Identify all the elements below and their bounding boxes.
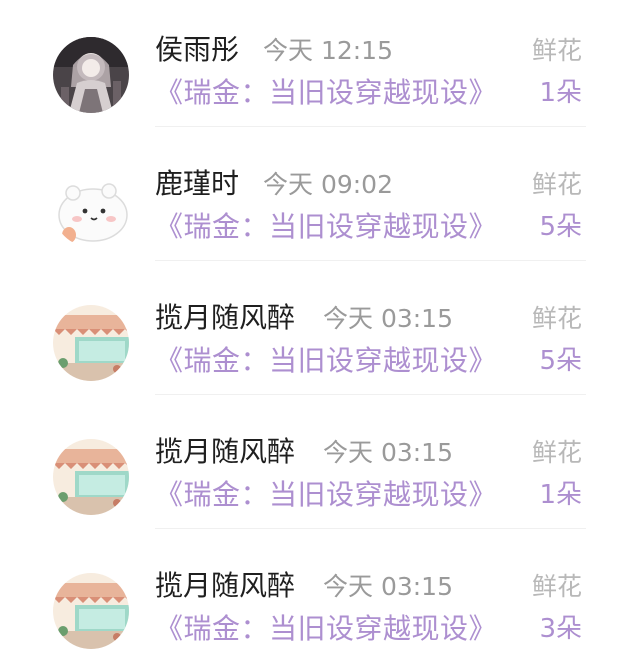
gift-count: 5朵 — [539, 346, 582, 376]
gift-type-label: 鲜花 — [531, 304, 582, 333]
user-name: 揽月随风醉 — [155, 301, 296, 334]
cafe-storefront-avatar-icon[interactable] — [53, 573, 129, 649]
row-divider — [155, 394, 586, 395]
user-name: 揽月随风醉 — [155, 569, 296, 602]
list-item[interactable]: 揽月随风醉 今天 03:15 鲜花 《瑞金：当旧设穿越现设》 3朵 — [0, 536, 640, 670]
gift-count: 3朵 — [539, 614, 582, 644]
user-name: 揽月随风醉 — [155, 435, 296, 468]
white-bear-avatar-icon[interactable] — [53, 171, 129, 247]
list-item[interactable]: 鹿瑾时 今天 09:02 鲜花 《瑞金：当旧设穿越现设》 5朵 — [0, 134, 640, 268]
timestamp: 今天 03:15 — [323, 438, 453, 467]
book-title-link[interactable]: 《瑞金：当旧设穿越现设》 — [155, 207, 497, 247]
cafe-storefront-avatar-icon[interactable] — [53, 305, 129, 381]
gothic-girl-avatar-icon[interactable] — [53, 37, 129, 113]
list-item[interactable]: 侯雨彤 今天 12:15 鲜花 《瑞金：当旧设穿越现设》 1朵 — [0, 0, 640, 134]
timestamp: 今天 03:15 — [323, 572, 453, 601]
book-title-link[interactable]: 《瑞金：当旧设穿越现设》 — [155, 341, 497, 381]
user-name: 侯雨彤 — [155, 33, 240, 66]
timestamp: 今天 12:15 — [263, 36, 393, 65]
book-title-link[interactable]: 《瑞金：当旧设穿越现设》 — [155, 73, 497, 113]
user-name: 鹿瑾时 — [155, 167, 240, 200]
timestamp: 今天 09:02 — [263, 170, 393, 199]
book-title-link[interactable]: 《瑞金：当旧设穿越现设》 — [155, 609, 497, 649]
gift-type-label: 鲜花 — [531, 438, 582, 467]
gift-count: 1朵 — [539, 78, 582, 108]
row-divider — [155, 528, 586, 529]
gift-count: 1朵 — [539, 480, 582, 510]
list-item[interactable]: 揽月随风醉 今天 03:15 鲜花 《瑞金：当旧设穿越现设》 1朵 — [0, 402, 640, 536]
gift-record-list: 侯雨彤 今天 12:15 鲜花 《瑞金：当旧设穿越现设》 1朵 鹿瑾时 今天 0… — [0, 0, 640, 670]
gift-count: 5朵 — [539, 212, 582, 242]
cafe-storefront-avatar-icon[interactable] — [53, 439, 129, 515]
book-title-link[interactable]: 《瑞金：当旧设穿越现设》 — [155, 475, 497, 515]
row-divider — [155, 260, 586, 261]
row-divider — [155, 126, 586, 127]
gift-type-label: 鲜花 — [531, 36, 582, 65]
list-item[interactable]: 揽月随风醉 今天 03:15 鲜花 《瑞金：当旧设穿越现设》 5朵 — [0, 268, 640, 402]
timestamp: 今天 03:15 — [323, 304, 453, 333]
gift-type-label: 鲜花 — [531, 572, 582, 601]
gift-type-label: 鲜花 — [531, 170, 582, 199]
